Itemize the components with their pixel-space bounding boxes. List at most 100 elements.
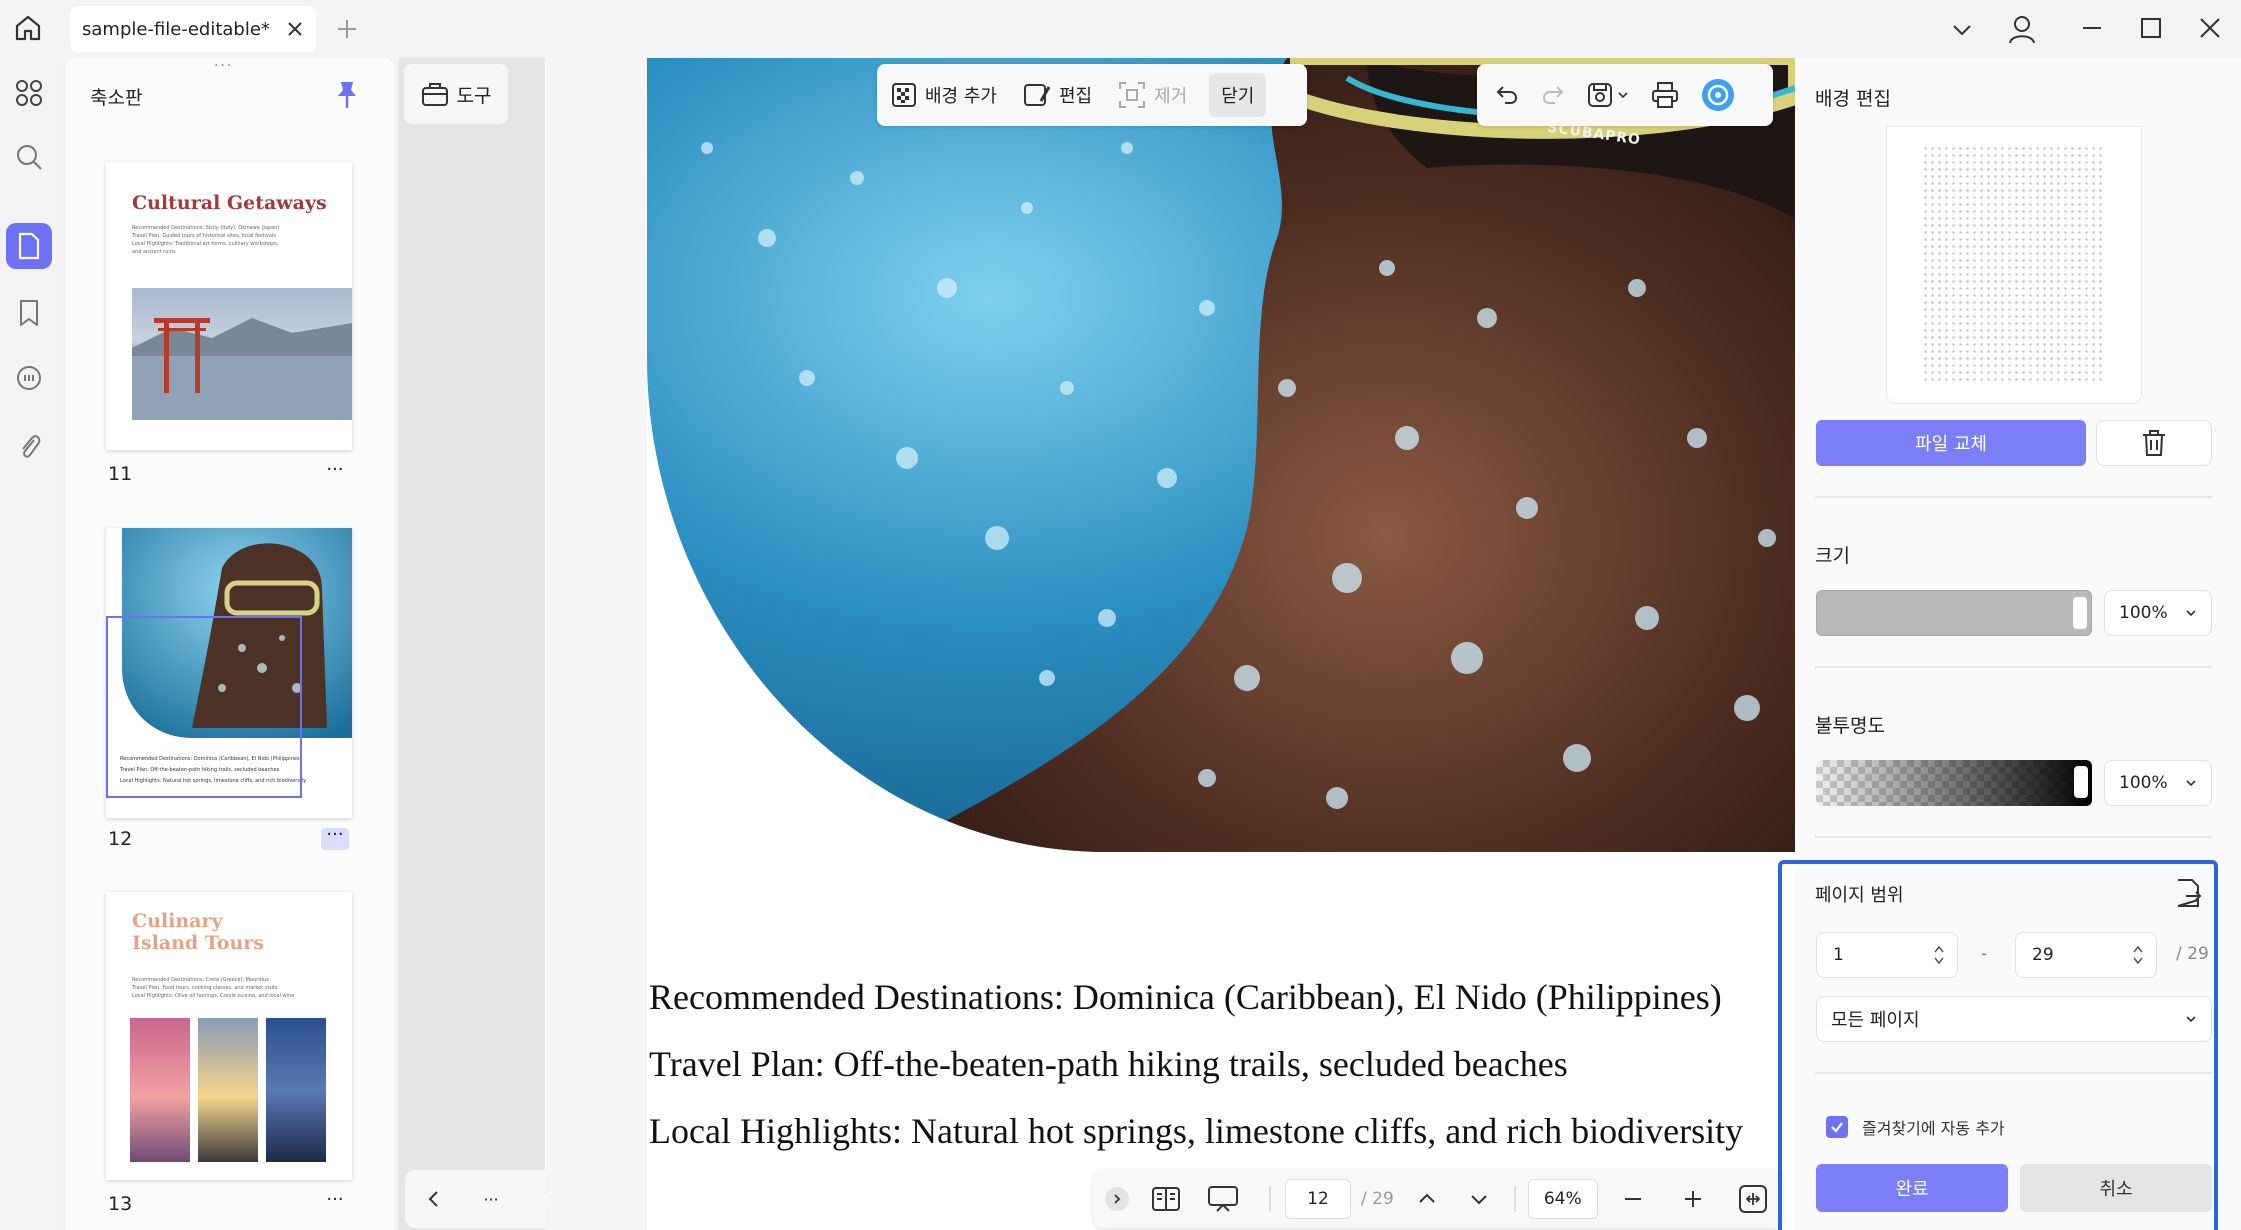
cancel-button[interactable]: 취소 <box>2020 1164 2212 1212</box>
size-slider[interactable] <box>1816 590 2092 636</box>
toolbox-icon <box>421 83 448 106</box>
page-range-label: 페이지 범위 <box>1815 885 1904 906</box>
attachment-icon[interactable] <box>6 423 52 469</box>
background-toolbar: 배경 추가 편집 제거 닫기 <box>877 64 1307 126</box>
chevron-down-icon <box>2186 1016 2196 1023</box>
panel-title: 배경 편집 <box>1815 88 1891 110</box>
tools-column: 도구 ··· <box>398 58 577 1230</box>
zoom-in-icon[interactable] <box>1682 1188 1704 1210</box>
size-select[interactable]: 100% <box>2104 590 2212 636</box>
panel-title: 축소판 <box>90 87 143 109</box>
thumbnail-page-13[interactable]: Culinary Island Tours Recommended Destin… <box>106 892 352 1180</box>
pages-select[interactable]: 모든 페이지 <box>1816 996 2212 1042</box>
grid-view-icon[interactable] <box>6 70 52 116</box>
ai-assistant-icon[interactable] <box>1701 78 1735 112</box>
add-background-button[interactable]: 배경 추가 <box>891 82 997 108</box>
trash-icon <box>2143 430 2165 456</box>
chevron-down-icon <box>2186 780 2196 787</box>
resize-handle[interactable]: ··· <box>214 58 233 74</box>
maximize-icon[interactable] <box>2140 17 2162 39</box>
redo-icon[interactable] <box>1541 83 1565 107</box>
chevron-down-icon[interactable] <box>1950 18 1974 42</box>
stepper-icon <box>2133 945 2143 965</box>
done-button[interactable]: 완료 <box>1816 1164 2008 1212</box>
page-range-settings-icon[interactable] <box>2174 878 2202 908</box>
range-to-input[interactable]: 29 <box>2015 932 2157 978</box>
undo-icon[interactable] <box>1495 83 1519 107</box>
document-page: SCUBAPRO Recommended Destinations: Domin… <box>647 58 1795 1230</box>
opacity-slider-thumb[interactable] <box>2074 766 2088 798</box>
range-total: / 29 <box>2176 944 2209 964</box>
tools-label: 도구 <box>456 84 492 107</box>
next-page-icon[interactable] <box>1468 1188 1490 1210</box>
bookmark-icon[interactable] <box>6 290 52 336</box>
background-image[interactable]: SCUBAPRO <box>647 58 1795 852</box>
edit-background-icon <box>1023 84 1051 106</box>
more-icon[interactable]: ··· <box>483 1190 498 1209</box>
page-more-icon[interactable]: ··· <box>321 1191 349 1215</box>
page-number: 12 <box>108 828 133 850</box>
search-icon[interactable] <box>6 134 52 180</box>
page-more-icon[interactable]: ··· <box>321 461 349 485</box>
close-window-icon[interactable] <box>2199 17 2221 39</box>
remove-background-button[interactable]: 제거 <box>1118 81 1187 109</box>
save-icon[interactable] <box>1587 82 1629 108</box>
expand-icon[interactable] <box>1105 1187 1129 1211</box>
bookmark-checkbox[interactable] <box>1826 1116 1848 1138</box>
text-line[interactable]: Local Highlights: Natural hot springs, l… <box>649 1098 1795 1165</box>
tab-title: sample-file-editable* <box>82 18 270 40</box>
beach-hut-image <box>198 1018 258 1162</box>
background-preview <box>1886 126 2142 404</box>
page-number-input[interactable]: 12 <box>1285 1179 1351 1219</box>
bookmark-checkbox-label: 즐겨찾기에 자동 추가 <box>1862 1119 2005 1138</box>
palm-tree-image <box>266 1018 326 1162</box>
thumbnails-panel: ··· 축소판 Cultural Getaways Recommended De… <box>66 58 394 1230</box>
print-icon[interactable] <box>1651 81 1679 109</box>
delete-background-button[interactable] <box>2096 420 2212 466</box>
thumb-heading: Culinary Island Tours <box>132 910 264 954</box>
minimize-icon[interactable] <box>2080 16 2104 40</box>
page-layout-icon[interactable] <box>1151 1186 1181 1212</box>
opacity-slider[interactable] <box>1816 760 2092 806</box>
stepper-icon <box>1934 945 1944 965</box>
document-canvas: SCUBAPRO Recommended Destinations: Domin… <box>545 58 1795 1230</box>
comment-icon[interactable] <box>6 356 52 402</box>
thumb-text: Recommended Destinations: Sicily (Italy)… <box>132 225 280 255</box>
previous-page-icon[interactable] <box>1416 1188 1438 1210</box>
chevron-down-icon <box>2186 610 2196 617</box>
home-icon[interactable] <box>12 12 44 44</box>
thumbnail-page-11[interactable]: Cultural Getaways Recommended Destinatio… <box>106 162 352 450</box>
tools-button[interactable]: 도구 <box>404 64 508 124</box>
replace-file-button[interactable]: 파일 교체 <box>1816 420 2086 466</box>
document-tab[interactable]: sample-file-editable* <box>70 6 316 52</box>
page-number: 13 <box>108 1193 133 1215</box>
presentation-icon[interactable] <box>1207 1185 1239 1213</box>
zoom-level-input[interactable]: 64% <box>1527 1179 1598 1219</box>
sunset-image <box>130 1018 190 1162</box>
text-line[interactable]: Recommended Destinations: Dominica (Cari… <box>649 964 1795 1031</box>
viewport-indicator[interactable] <box>106 616 302 798</box>
previous-icon[interactable] <box>424 1189 444 1209</box>
checker-icon <box>892 83 916 107</box>
title-bar: sample-file-editable* <box>0 0 2241 58</box>
fit-page-icon[interactable] <box>1738 1184 1768 1214</box>
thumbnail-page-12[interactable]: Recommended Destinations: Dominica (Cari… <box>106 528 352 818</box>
zoom-out-icon[interactable] <box>1622 1188 1644 1210</box>
page-more-icon[interactable]: ··· <box>321 826 349 850</box>
preview-pattern <box>1922 145 2106 385</box>
page-number: 11 <box>108 463 133 485</box>
opacity-select[interactable]: 100% <box>2104 760 2212 806</box>
page-thumbnails-icon[interactable] <box>6 223 52 269</box>
new-tab-icon[interactable] <box>336 18 358 40</box>
document-body-text[interactable]: Recommended Destinations: Dominica (Cari… <box>649 964 1795 1165</box>
pin-icon[interactable] <box>334 80 360 110</box>
close-toolbar-button[interactable]: 닫기 <box>1209 73 1267 117</box>
bookmark-checkbox-row[interactable]: 즐겨찾기에 자동 추가 <box>1826 1115 2005 1139</box>
account-icon[interactable] <box>2008 14 2036 44</box>
size-slider-thumb[interactable] <box>2073 597 2087 629</box>
range-from-input[interactable]: 1 <box>1816 932 1958 978</box>
close-tab-icon[interactable] <box>286 20 304 38</box>
edit-background-button[interactable]: 편집 <box>1023 81 1092 109</box>
size-label: 크기 <box>1815 545 1850 567</box>
text-line[interactable]: Travel Plan: Off-the-beaten-path hiking … <box>649 1031 1795 1098</box>
